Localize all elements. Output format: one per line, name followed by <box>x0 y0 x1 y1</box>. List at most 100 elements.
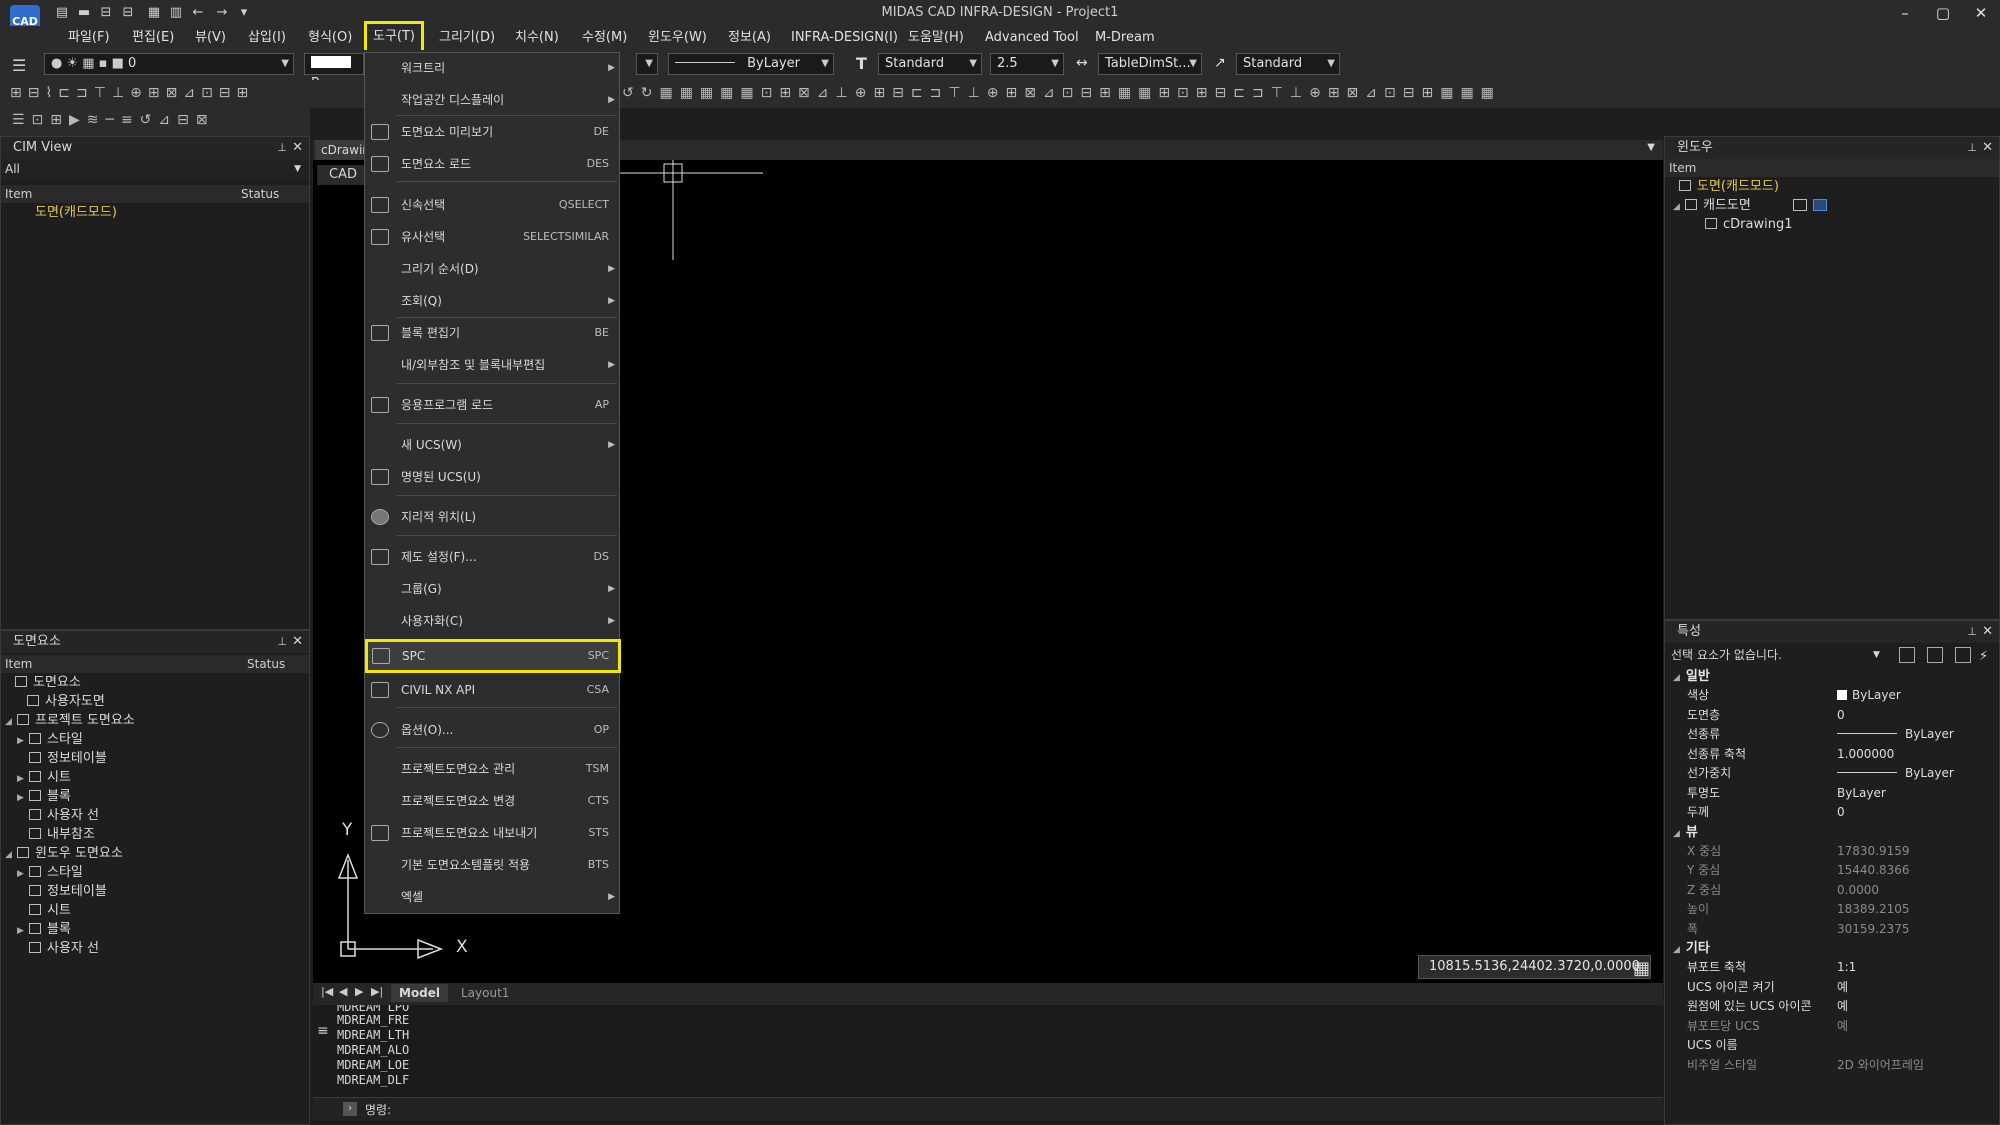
menu-item-civil-nx-api[interactable]: CIVIL NX API CSA <box>365 675 621 705</box>
menu-edit[interactable]: 편집(E) <box>132 28 174 48</box>
close-icon[interactable]: ✕ <box>292 631 303 653</box>
command-input[interactable]: › 명령: <box>313 1097 1663 1121</box>
prop-row[interactable]: 도면층 0 <box>1665 706 1999 726</box>
menu-item-select-similar[interactable]: 유사선택 SELECTSIMILAR <box>365 222 621 252</box>
prop-row[interactable]: 선종류 축척 1.000000 <box>1665 745 1999 765</box>
menu-item-customize[interactable]: 사용자화(C) ▶ <box>365 606 621 636</box>
selection-status[interactable]: 선택 요소가 없습니다. <box>1671 648 1782 662</box>
menu-draw[interactable]: 그리기(D) <box>439 28 495 48</box>
tree-item[interactable]: 사용자 선 <box>1 939 309 958</box>
tree-item[interactable]: ▶ 시트 <box>1 768 309 787</box>
tree-item[interactable]: ◢ 윈도우 도면요소 <box>1 844 309 863</box>
tree-item[interactable]: ◢ 캐드도면 <box>1665 196 1999 215</box>
menu-item-inquiry[interactable]: 조회(Q) ▶ <box>365 286 621 316</box>
menu-item-load-elements[interactable]: 도면요소 로드 DES <box>365 149 621 179</box>
first-tab-icon[interactable]: |◀ <box>321 985 333 998</box>
menu-item-group[interactable]: 그룹(G) ▶ <box>365 574 621 604</box>
menu-item-load-application[interactable]: 응용프로그램 로드 AP <box>365 390 621 420</box>
pin-icon[interactable]: ⊥ <box>277 631 287 653</box>
menu-item-worktree[interactable]: 워크트리 ▶ <box>365 53 621 83</box>
menu-item-workspace-display[interactable]: 작업공간 디스플레이 ▶ <box>365 85 621 115</box>
group-view[interactable]: ◢ 뷰 <box>1665 823 1999 842</box>
menu-item-new-ucs[interactable]: 새 UCS(W) ▶ <box>365 430 621 460</box>
close-icon[interactable]: ✕ <box>292 137 303 159</box>
tab-model[interactable]: Model <box>391 984 449 1002</box>
draw-tool-icons[interactable]: ⊞⊟⌇⊏⊐⊤⊥⊕⊞⊠⊿⊡⊟⊞ <box>10 85 360 103</box>
menu-item-geolocation[interactable]: 지리적 위치(L) <box>365 502 621 532</box>
menu-m-dream[interactable]: M-Dream <box>1095 28 1155 48</box>
cursor-icon[interactable] <box>1955 647 1971 663</box>
menu-item-project-elements-manage[interactable]: 프로젝트도면요소 관리 TSM <box>365 754 621 784</box>
menu-item-options[interactable]: 옵션(O)... OP <box>365 715 621 745</box>
tree-item[interactable]: 도면(캐드모드) <box>1665 177 1999 196</box>
tree-item[interactable]: 사용자 선 <box>1 806 309 825</box>
tree-item[interactable]: ◢ 프로젝트 도면요소 <box>1 711 309 730</box>
cim-view-filter[interactable]: All ▼ <box>1 159 309 179</box>
menu-info[interactable]: 정보(A) <box>728 28 771 48</box>
pin-icon[interactable]: ⊥ <box>1967 621 1977 643</box>
linetype-combo[interactable]: ByLayer ▼ <box>668 53 834 75</box>
menu-infra-design[interactable]: INFRA-DESIGN(I) <box>791 28 898 48</box>
prop-row[interactable]: 색상 ByLayer <box>1665 686 1999 706</box>
menu-item-quick-select[interactable]: 신속선택 QSELECT <box>365 190 621 220</box>
menu-item-named-ucs[interactable]: 명명된 UCS(U) <box>365 462 621 492</box>
tab-cdrawing[interactable]: cDrawin <box>315 140 370 160</box>
prev-tab-icon[interactable]: ◀ <box>339 985 347 998</box>
quick-select-icon[interactable]: ⚡ <box>1979 645 1988 669</box>
selection-tool-icons[interactable]: ☰⊡⊞▶≋─≡↺⊿⊟⊠ <box>12 112 292 130</box>
menu-format[interactable]: 형식(O) <box>308 28 352 48</box>
tab-layout1[interactable]: Layout1 <box>453 984 517 1002</box>
tree-item[interactable]: ▶ 스타일 <box>1 863 309 882</box>
close-icon[interactable]: ✕ <box>1982 621 1993 643</box>
prop-row[interactable]: 두께 0 <box>1665 803 1999 823</box>
menu-item-preview-elements[interactable]: 도면요소 미리보기 DE <box>365 117 621 147</box>
prop-row[interactable]: 원점에 있는 UCS 아이콘 예 <box>1665 997 1999 1017</box>
menu-tools[interactable]: 도구(T) <box>364 21 425 53</box>
select-objects-icon[interactable] <box>1927 647 1943 663</box>
window-icon[interactable] <box>1813 199 1827 211</box>
group-misc[interactable]: ◢ 기타 <box>1665 939 1999 958</box>
menu-item-apply-template[interactable]: 기본 도면요소템플릿 적용 BTS <box>365 850 621 880</box>
tree-item[interactable]: 사용자도면 <box>1 692 309 711</box>
text-height-combo[interactable]: 2.5 ▼ <box>990 53 1064 75</box>
text-style-combo[interactable]: Standard ▼ <box>878 53 982 75</box>
tree-item[interactable]: ▶ 스타일 <box>1 730 309 749</box>
prop-row[interactable]: 뷰포트 축척 1:1 <box>1665 958 1999 978</box>
menu-item-project-elements-change[interactable]: 프로젝트도면요소 변경 CTS <box>365 786 621 816</box>
toggle-pickadd-icon[interactable] <box>1899 647 1915 663</box>
prop-row[interactable]: UCS 이름 <box>1665 1036 1999 1056</box>
menu-advanced-tool[interactable]: Advanced Tool <box>985 28 1079 48</box>
color-dropdown[interactable]: ▼ <box>636 53 658 75</box>
menu-view[interactable]: 뷰(V) <box>195 28 226 48</box>
menu-item-project-elements-export[interactable]: 프로젝트도면요소 내보내기 STS <box>365 818 621 848</box>
modify-tool-icons[interactable]: ↺↻▦▦▦▦▦⊡⊞⊠⊿⊥⊕⊞⊟⊏⊐⊤⊥⊕⊞⊠⊿⊡⊟⊞▦▦⊞⊡⊞⊟⊏⊐⊤⊥⊕⊞⊠⊿… <box>622 85 1702 103</box>
menu-file[interactable]: 파일(F) <box>68 28 110 48</box>
dim-style-combo[interactable]: TableDimSt... ▼ <box>1098 53 1202 75</box>
tree-item[interactable]: 도면요소 <box>1 673 309 692</box>
tree-item[interactable]: 정보테이블 <box>1 749 309 768</box>
menu-window[interactable]: 윈도우(W) <box>648 28 707 48</box>
menu-icon[interactable]: ≡ <box>317 1023 329 1039</box>
last-tab-icon[interactable]: ▶| <box>371 985 383 998</box>
minimize-button[interactable]: – <box>1890 3 1920 23</box>
menu-item-xref-edit[interactable]: 내/외부참조 및 블록내부편집 ▶ <box>365 350 621 380</box>
menu-item-excel[interactable]: 엑셀 ▶ <box>365 882 621 912</box>
prop-row[interactable]: 선가중치 ByLayer <box>1665 764 1999 784</box>
menu-item-drafting-settings[interactable]: 제도 설정(F)... DS <box>365 542 621 572</box>
maximize-button[interactable]: ▢ <box>1928 3 1958 23</box>
view-icon[interactable] <box>1793 199 1807 211</box>
next-tab-icon[interactable]: ▶ <box>355 985 363 998</box>
layer-manager-icon[interactable]: ☰ <box>12 56 26 75</box>
tree-item[interactable]: ▶ 블록 <box>1 920 309 939</box>
tree-item[interactable]: 정보테이블 <box>1 882 309 901</box>
tree-item[interactable]: 시트 <box>1 901 309 920</box>
close-button[interactable]: ✕ <box>1966 3 1996 23</box>
close-icon[interactable]: ✕ <box>1982 137 1993 159</box>
menu-item-block-editor[interactable]: 블록 편집기 BE <box>365 318 621 348</box>
multileader-style-combo[interactable]: Standard ▼ <box>1236 53 1340 75</box>
chevron-down-icon[interactable]: ▼ <box>1647 142 1655 153</box>
tree-item[interactable]: ▶ 블록 <box>1 787 309 806</box>
menu-dimension[interactable]: 치수(N) <box>515 28 559 48</box>
prop-row[interactable]: 투명도 ByLayer <box>1665 784 1999 804</box>
layer-combo[interactable]: ● ☀ ▦ ▪ ■ 0 ▼ <box>44 53 294 75</box>
